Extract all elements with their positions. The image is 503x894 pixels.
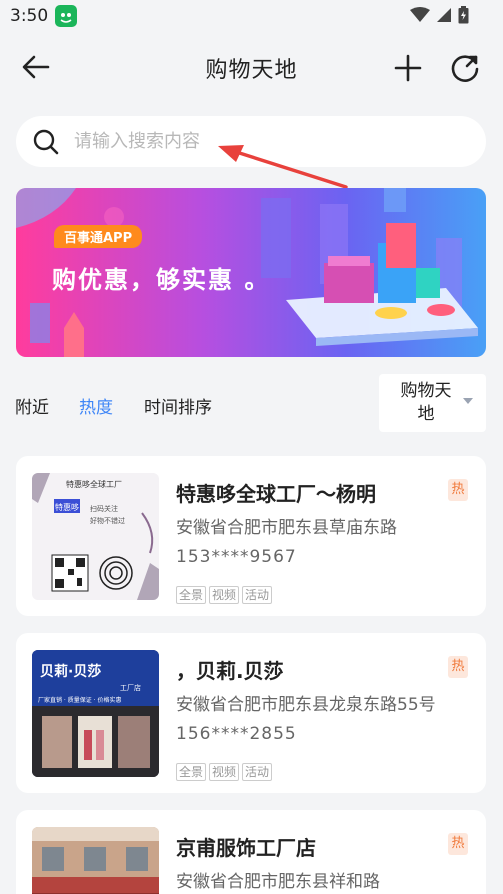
category-dropdown[interactable]: 购物天地 xyxy=(379,374,486,432)
shop-name: 京甫服饰工厂店 xyxy=(176,836,316,860)
status-time: 3:50 xyxy=(10,6,49,26)
hot-badge: 热 xyxy=(448,656,468,678)
page-title: 购物天地 xyxy=(205,58,298,83)
shop-phone: 156****2855 xyxy=(176,724,297,744)
shop-name: 特惠哆全球工厂～杨明 xyxy=(176,482,376,506)
caret-down-icon xyxy=(463,398,473,404)
signal-icon xyxy=(436,7,452,27)
thumb-sign-text: 贝莉·贝莎 xyxy=(40,663,101,680)
wifi-icon xyxy=(410,7,430,27)
banner-badge: 百事通APP xyxy=(54,225,143,248)
category-dropdown-label: 购物天地 xyxy=(400,381,452,424)
search-input[interactable] xyxy=(74,126,454,157)
thumb-line-1: 扫码关注 xyxy=(90,504,118,513)
shop-thumbnail: 特惠哆全球工厂 特惠哆 扫码关注 好物不错过 xyxy=(32,473,159,600)
tag-activity: 活动 xyxy=(242,763,273,781)
shop-tags: 全景 视频 活动 xyxy=(176,763,273,781)
thumb-header-text: 特惠哆全球工厂 xyxy=(66,479,122,489)
status-bar: 3:50 xyxy=(0,0,503,32)
top-nav-bar: 购物天地 xyxy=(0,36,503,98)
tag-panorama: 全景 xyxy=(176,763,207,781)
shop-thumbnail xyxy=(32,827,159,894)
shop-address: 安徽省合肥市肥东县草庙东路 xyxy=(176,518,397,538)
search-icon xyxy=(32,128,60,156)
refresh-icon[interactable] xyxy=(447,50,483,86)
tab-time-sort[interactable]: 时间排序 xyxy=(144,393,212,418)
hot-badge: 热 xyxy=(448,479,468,501)
tag-activity: 活动 xyxy=(242,586,273,604)
thumb-sign-sub: 工厂店 xyxy=(120,683,141,692)
shop-address: 安徽省合肥市肥东县祥和路 xyxy=(176,872,380,892)
thumb-line-2: 好物不错过 xyxy=(90,516,125,525)
search-box[interactable] xyxy=(16,116,486,167)
hot-badge: 热 xyxy=(448,833,468,855)
shop-name: ，贝莉.贝莎 xyxy=(176,659,284,683)
banner-slogan: 购优惠，够实惠 。 xyxy=(52,266,271,294)
thumb-sign-row: 厂家直销 · 质量保证 · 价格实惠 xyxy=(38,696,121,704)
tab-nearby[interactable]: 附近 xyxy=(15,393,49,418)
tab-popularity[interactable]: 热度 xyxy=(79,393,113,418)
battery-icon xyxy=(458,6,469,28)
shop-address: 安徽省合肥市肥东县龙泉东路55号 xyxy=(176,695,436,715)
shop-phone: 153****9567 xyxy=(176,547,297,567)
tag-video: 视频 xyxy=(209,586,240,604)
shop-card[interactable]: 贝莉·贝莎 工厂店 厂家直销 · 质量保证 · 价格实惠 ，贝莉.贝莎 安徽省合… xyxy=(16,633,486,793)
shop-card[interactable]: 特惠哆全球工厂 特惠哆 扫码关注 好物不错过 特惠哆全球工厂～杨明 安徽省合肥市… xyxy=(16,456,486,616)
tag-video: 视频 xyxy=(209,763,240,781)
shop-card[interactable]: 京甫服饰工厂店 安徽省合肥市肥东县祥和路 热 xyxy=(16,810,486,894)
tag-panorama: 全景 xyxy=(176,586,207,604)
shop-thumbnail: 贝莉·贝莎 工厂店 厂家直销 · 质量保证 · 价格实惠 xyxy=(32,650,159,777)
add-icon[interactable] xyxy=(390,50,426,86)
shop-tags: 全景 视频 活动 xyxy=(176,586,273,604)
thumb-logo-text: 特惠哆 xyxy=(55,502,79,512)
promo-banner[interactable]: 百事通APP 购优惠，够实惠 。 xyxy=(16,188,486,357)
app-notification-icon xyxy=(55,5,77,27)
filter-bar: 附近 热度 时间排序 购物天地 xyxy=(0,374,503,432)
